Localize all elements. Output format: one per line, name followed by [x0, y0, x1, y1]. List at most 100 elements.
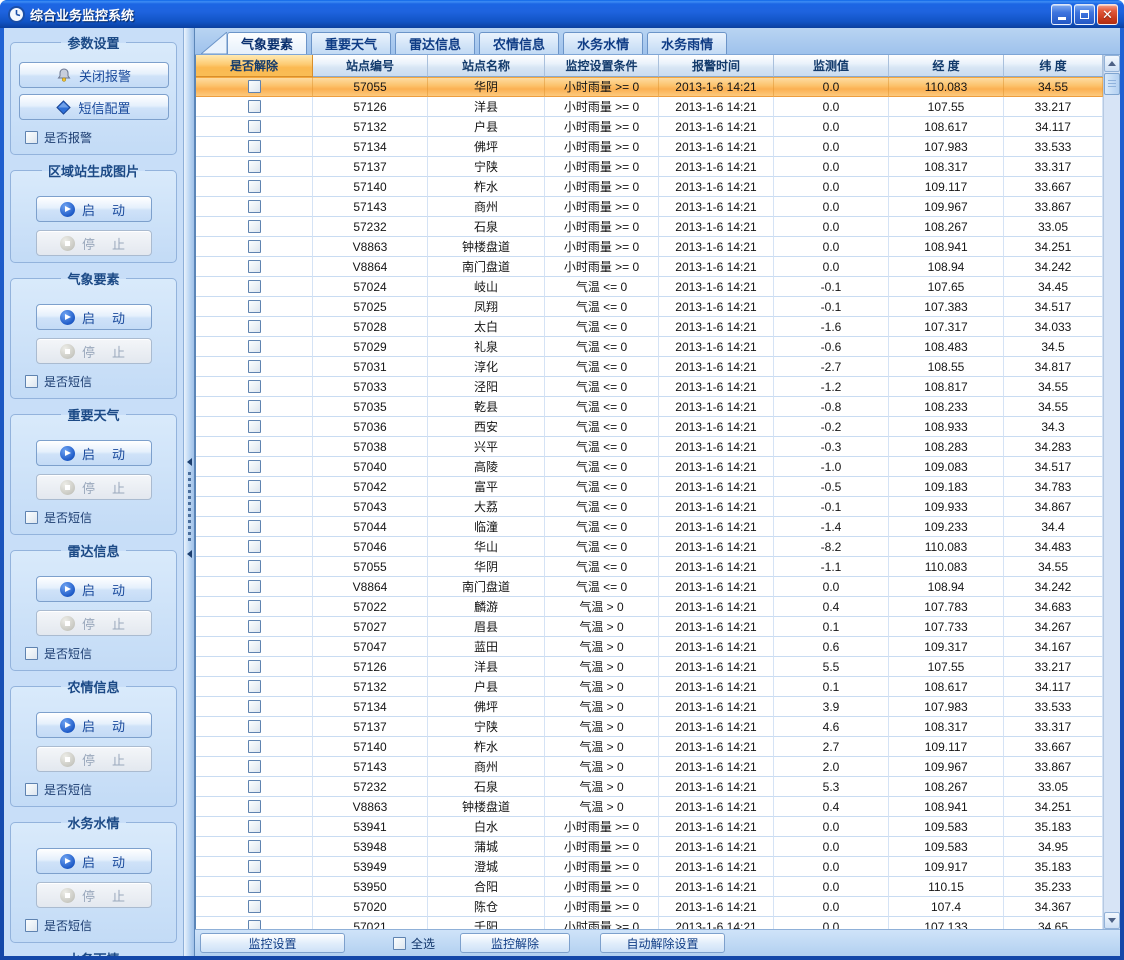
release-checkbox[interactable]: [248, 760, 261, 773]
release-checkbox[interactable]: [248, 440, 261, 453]
table-row[interactable]: 53941白水小时雨量 >= 02013-1-6 14:210.0109.583…: [196, 817, 1103, 837]
release-checkbox[interactable]: [248, 520, 261, 533]
sms-enable-checkbox[interactable]: [25, 511, 38, 524]
monitor-set-button[interactable]: 监控设置: [200, 933, 345, 953]
table-row[interactable]: 57143商州小时雨量 >= 02013-1-6 14:210.0109.967…: [196, 197, 1103, 217]
release-checkbox[interactable]: [248, 540, 261, 553]
column-header-5[interactable]: 监测值: [774, 55, 889, 77]
sms-enable-checkbox[interactable]: [25, 783, 38, 796]
auto-release-button[interactable]: 自动解除设置: [600, 933, 725, 953]
column-header-4[interactable]: 报警时间: [659, 55, 774, 77]
table-row[interactable]: 53948蒲城小时雨量 >= 02013-1-6 14:210.0109.583…: [196, 837, 1103, 857]
table-row[interactable]: 57140柞水小时雨量 >= 02013-1-6 14:210.0109.117…: [196, 177, 1103, 197]
start-button[interactable]: 启 动: [36, 712, 152, 738]
release-checkbox[interactable]: [248, 900, 261, 913]
table-row[interactable]: 57047蓝田气温 > 02013-1-6 14:210.6109.31734.…: [196, 637, 1103, 657]
table-row[interactable]: 57033泾阳气温 <= 02013-1-6 14:21-1.2108.8173…: [196, 377, 1103, 397]
stop-button[interactable]: 停 止: [36, 474, 152, 500]
release-checkbox[interactable]: [248, 120, 261, 133]
monitor-release-button[interactable]: 监控解除: [460, 933, 570, 953]
release-checkbox[interactable]: [248, 360, 261, 373]
table-row[interactable]: 57024岐山气温 <= 02013-1-6 14:21-0.1107.6534…: [196, 277, 1103, 297]
table-row[interactable]: 57038兴平气温 <= 02013-1-6 14:21-0.3108.2833…: [196, 437, 1103, 457]
release-checkbox[interactable]: [248, 140, 261, 153]
release-checkbox[interactable]: [248, 200, 261, 213]
table-row[interactable]: 57040高陵气温 <= 02013-1-6 14:21-1.0109.0833…: [196, 457, 1103, 477]
table-row[interactable]: 57036西安气温 <= 02013-1-6 14:21-0.2108.9333…: [196, 417, 1103, 437]
table-row[interactable]: 53949澄城小时雨量 >= 02013-1-6 14:210.0109.917…: [196, 857, 1103, 877]
release-checkbox[interactable]: [248, 320, 261, 333]
column-header-7[interactable]: 纬 度: [1004, 55, 1103, 77]
release-checkbox[interactable]: [248, 840, 261, 853]
select-all-checkbox[interactable]: [393, 937, 406, 950]
table-row[interactable]: 57021千阳小时雨量 >= 02013-1-6 14:210.0107.133…: [196, 917, 1103, 929]
splitter-grip[interactable]: [184, 458, 194, 558]
release-checkbox[interactable]: [248, 220, 261, 233]
table-row[interactable]: 57134佛坪气温 > 02013-1-6 14:213.9107.98333.…: [196, 697, 1103, 717]
column-header-6[interactable]: 经 度: [889, 55, 1004, 77]
sms-enable-checkbox[interactable]: [25, 919, 38, 932]
close-alarm-button[interactable]: 关闭报警: [19, 62, 169, 88]
stop-button[interactable]: 停 止: [36, 746, 152, 772]
stop-button[interactable]: 停 止: [36, 338, 152, 364]
release-checkbox[interactable]: [248, 800, 261, 813]
release-checkbox[interactable]: [248, 480, 261, 493]
release-checkbox[interactable]: [248, 920, 261, 929]
release-checkbox[interactable]: [248, 400, 261, 413]
table-row[interactable]: 57132户县小时雨量 >= 02013-1-6 14:210.0108.617…: [196, 117, 1103, 137]
alarm-enable-checkbox[interactable]: [25, 131, 38, 144]
table-row[interactable]: 57042富平气温 <= 02013-1-6 14:21-0.5109.1833…: [196, 477, 1103, 497]
table-row[interactable]: 57143商州气温 > 02013-1-6 14:212.0109.96733.…: [196, 757, 1103, 777]
column-header-3[interactable]: 监控设置条件: [545, 55, 659, 77]
start-button[interactable]: 启 动: [36, 848, 152, 874]
release-checkbox[interactable]: [248, 880, 261, 893]
table-row[interactable]: 57029礼泉气温 <= 02013-1-6 14:21-0.6108.4833…: [196, 337, 1103, 357]
table-row[interactable]: V8864南门盘道气温 <= 02013-1-6 14:210.0108.943…: [196, 577, 1103, 597]
table-row[interactable]: 57137宁陕气温 > 02013-1-6 14:214.6108.31733.…: [196, 717, 1103, 737]
release-checkbox[interactable]: [248, 460, 261, 473]
release-checkbox[interactable]: [248, 720, 261, 733]
stop-button[interactable]: 停 止: [36, 610, 152, 636]
stop-button[interactable]: 停 止: [36, 230, 152, 256]
release-checkbox[interactable]: [248, 640, 261, 653]
start-button[interactable]: 启 动: [36, 304, 152, 330]
release-checkbox[interactable]: [248, 860, 261, 873]
minimize-button[interactable]: [1051, 4, 1072, 25]
table-row[interactable]: 57232石泉小时雨量 >= 02013-1-6 14:210.0108.267…: [196, 217, 1103, 237]
start-button[interactable]: 启 动: [36, 576, 152, 602]
table-row[interactable]: 57043大荔气温 <= 02013-1-6 14:21-0.1109.9333…: [196, 497, 1103, 517]
table-row[interactable]: 57140柞水气温 > 02013-1-6 14:212.7109.11733.…: [196, 737, 1103, 757]
tab-3[interactable]: 农情信息: [479, 32, 559, 54]
start-button[interactable]: 启 动: [36, 440, 152, 466]
scroll-up-button[interactable]: [1104, 55, 1120, 72]
table-row[interactable]: 57031淳化气温 <= 02013-1-6 14:21-2.7108.5534…: [196, 357, 1103, 377]
table-row[interactable]: V8864南门盘道小时雨量 >= 02013-1-6 14:210.0108.9…: [196, 257, 1103, 277]
release-checkbox[interactable]: [248, 780, 261, 793]
release-checkbox[interactable]: [248, 240, 261, 253]
sidebar-splitter[interactable]: [183, 28, 195, 956]
table-row[interactable]: 57232石泉气温 > 02013-1-6 14:215.3108.26733.…: [196, 777, 1103, 797]
table-row[interactable]: 53950合阳小时雨量 >= 02013-1-6 14:210.0110.153…: [196, 877, 1103, 897]
column-header-2[interactable]: 站点名称: [428, 55, 545, 77]
release-checkbox[interactable]: [248, 80, 261, 93]
table-row[interactable]: V8863钟楼盘道气温 > 02013-1-6 14:210.4108.9413…: [196, 797, 1103, 817]
release-checkbox[interactable]: [248, 380, 261, 393]
scrollbar-thumb[interactable]: [1104, 73, 1120, 95]
table-row[interactable]: V8863钟楼盘道小时雨量 >= 02013-1-6 14:210.0108.9…: [196, 237, 1103, 257]
release-checkbox[interactable]: [248, 700, 261, 713]
close-button[interactable]: ✕: [1097, 4, 1118, 25]
release-checkbox[interactable]: [248, 340, 261, 353]
column-header-1[interactable]: 站点编号: [313, 55, 428, 77]
table-row[interactable]: 57137宁陕小时雨量 >= 02013-1-6 14:210.0108.317…: [196, 157, 1103, 177]
release-checkbox[interactable]: [248, 160, 261, 173]
table-row[interactable]: 57126洋县小时雨量 >= 02013-1-6 14:210.0107.553…: [196, 97, 1103, 117]
column-header-0[interactable]: 是否解除: [196, 55, 313, 77]
release-checkbox[interactable]: [248, 560, 261, 573]
scroll-down-button[interactable]: [1104, 912, 1120, 929]
vertical-scrollbar[interactable]: [1103, 55, 1120, 929]
release-checkbox[interactable]: [248, 100, 261, 113]
table-row[interactable]: 57022麟游气温 > 02013-1-6 14:210.4107.78334.…: [196, 597, 1103, 617]
table-row[interactable]: 57126洋县气温 > 02013-1-6 14:215.5107.5533.2…: [196, 657, 1103, 677]
release-checkbox[interactable]: [248, 500, 261, 513]
scrollbar-track[interactable]: [1104, 96, 1120, 912]
